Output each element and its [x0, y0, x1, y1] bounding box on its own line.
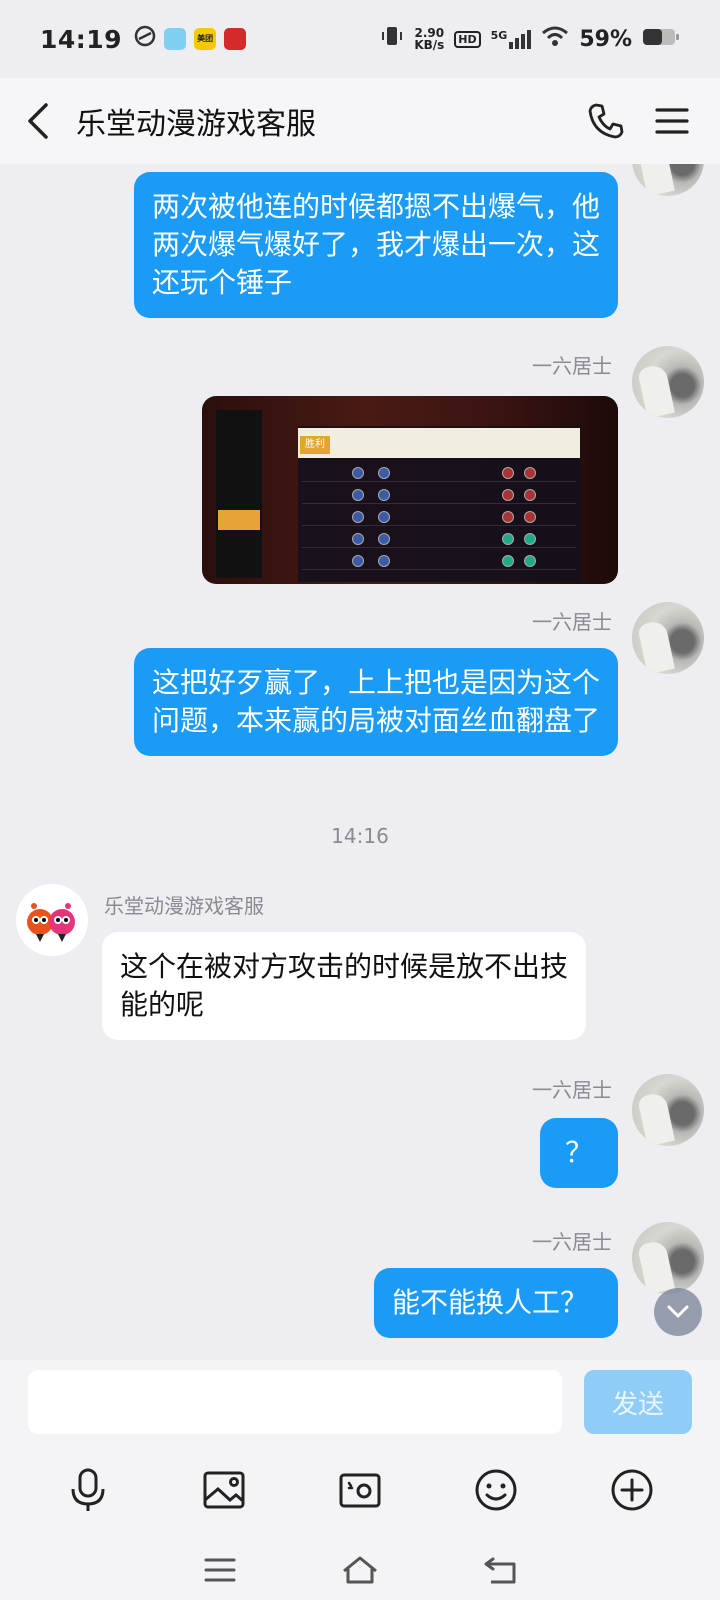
message-text: 这个在被对方攻击的时候是放不出技能的呢 — [120, 950, 569, 1021]
status-time: 14:19 — [40, 24, 123, 54]
battery-icon — [642, 25, 680, 53]
status-bar: 14:19 美团 2.90 KB/s HD 5G 59% — [0, 0, 720, 78]
emoji-button[interactable] — [468, 1462, 524, 1518]
chat-header: 乐堂动漫游戏客服 — [0, 78, 720, 164]
signal-icon: 5G — [491, 29, 532, 49]
hamburger-icon — [655, 108, 689, 134]
call-button[interactable] — [586, 101, 626, 141]
menu-icon — [204, 1558, 236, 1582]
game-record-row — [302, 508, 576, 526]
system-back-button[interactable] — [480, 1550, 520, 1590]
avatar[interactable] — [632, 164, 704, 196]
message-input-bar: 发送 — [0, 1360, 720, 1440]
game-record-row — [302, 530, 576, 548]
avatar[interactable] — [632, 346, 704, 418]
message-text: 这把好歹赢了，上上把也是因为这个问题，本来赢的局被对面丝血翻盘了 — [152, 666, 601, 737]
network-type: 5G — [490, 29, 508, 42]
battery-percent: 59% — [579, 26, 632, 52]
sender-nickname: 一六居士 — [532, 1078, 612, 1102]
wifi-icon — [541, 25, 569, 53]
image-message[interactable]: 胜利 — [202, 396, 618, 584]
meituan-app-icon: 美团 — [194, 28, 217, 50]
scroll-to-bottom-button[interactable] — [654, 1288, 702, 1336]
more-menu-button[interactable] — [652, 101, 692, 141]
hd-badge: HD — [454, 30, 481, 48]
sender-nickname: 一六居士 — [532, 610, 612, 634]
avatar[interactable] — [632, 1222, 704, 1294]
chat-message-list[interactable]: 两次被他连的时候都摁不出爆气，他两次爆气爆好了，我才爆出一次，这还玩个锤子 一六… — [0, 164, 720, 1360]
plus-icon — [611, 1469, 653, 1511]
bilibili-app-icon — [164, 28, 187, 50]
back-icon — [484, 1557, 516, 1584]
phone-icon — [588, 103, 624, 139]
microphone-icon — [71, 1468, 105, 1511]
my-message-bubble[interactable]: 能不能换人工？ — [374, 1268, 618, 1338]
game-record-row — [302, 464, 576, 482]
message-input[interactable] — [28, 1370, 562, 1434]
send-button[interactable]: 发送 — [584, 1370, 692, 1434]
network-speed: 2.90 KB/s — [414, 27, 444, 51]
game-record-header — [298, 428, 580, 458]
other-message-bubble[interactable]: 这个在被对方攻击的时候是放不出技能的呢 — [102, 932, 586, 1040]
page-title: 乐堂动漫游戏客服 — [76, 107, 316, 142]
my-message-bubble[interactable]: 这把好歹赢了，上上把也是因为这个问题，本来赢的局被对面丝血翻盘了 — [134, 648, 618, 756]
more-button[interactable] — [604, 1462, 660, 1518]
victory-label: 胜利 — [300, 436, 330, 454]
home-button[interactable] — [340, 1550, 380, 1590]
notification-app-icon — [134, 25, 156, 53]
my-message-bubble[interactable]: ？ — [540, 1118, 618, 1188]
back-button[interactable] — [0, 78, 76, 164]
camera-icon — [339, 1473, 381, 1508]
avatar[interactable] — [16, 884, 88, 956]
mascot-icon — [27, 903, 75, 942]
recent-apps-button[interactable] — [200, 1550, 240, 1590]
red-app-icon — [224, 28, 247, 50]
input-toolbar — [0, 1440, 720, 1540]
chevron-down-icon — [667, 1305, 689, 1318]
voice-button[interactable] — [60, 1462, 116, 1518]
image-icon — [203, 1471, 245, 1509]
game-record-row — [302, 552, 576, 570]
vibrate-icon — [380, 24, 404, 54]
message-text: ？ — [564, 1136, 593, 1169]
sender-nickname: 一六居士 — [532, 354, 612, 378]
game-side-menu — [216, 410, 262, 578]
avatar[interactable] — [632, 602, 704, 674]
gallery-button[interactable] — [196, 1462, 252, 1518]
sender-nickname: 一六居士 — [532, 1230, 612, 1254]
emoji-icon — [475, 1469, 517, 1511]
camera-button[interactable] — [332, 1462, 388, 1518]
avatar[interactable] — [632, 1074, 704, 1146]
speed-unit: KB/s — [414, 38, 445, 52]
sender-nickname: 乐堂动漫游戏客服 — [104, 894, 264, 918]
chevron-left-icon — [28, 103, 48, 139]
my-message-bubble[interactable]: 两次被他连的时候都摁不出爆气，他两次爆气爆好了，我才爆出一次，这还玩个锤子 — [134, 172, 618, 318]
timestamp-separator: 14:16 — [331, 824, 389, 848]
game-record-row — [302, 486, 576, 504]
message-text: 两次被他连的时候都摁不出爆气，他两次爆气爆好了，我才爆出一次，这还玩个锤子 — [152, 190, 601, 299]
system-nav-bar — [0, 1540, 720, 1600]
notification-icons: 美团 — [134, 25, 247, 53]
home-icon — [343, 1556, 377, 1584]
message-text: 能不能换人工？ — [392, 1286, 589, 1319]
